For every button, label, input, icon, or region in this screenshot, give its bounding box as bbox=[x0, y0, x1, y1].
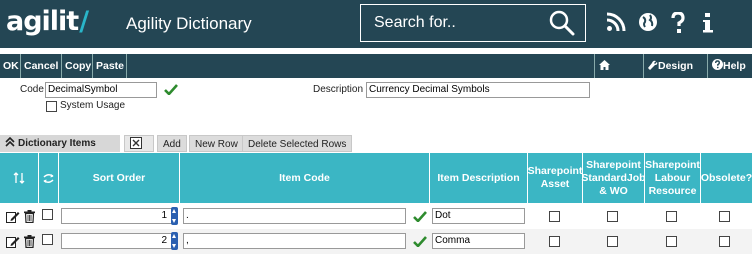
system-usage-checkbox[interactable] bbox=[46, 101, 57, 112]
sort-order-input[interactable]: 1 bbox=[61, 208, 173, 224]
help-circle-icon bbox=[712, 59, 723, 70]
header-obsolete[interactable]: Obsolete? bbox=[701, 153, 752, 203]
header-item-description[interactable]: Item Description bbox=[430, 153, 528, 203]
app-header: agilit/ Agility Dictionary Search for.. bbox=[0, 0, 752, 48]
home-icon bbox=[599, 60, 610, 70]
code-input[interactable]: DecimalSymbol bbox=[45, 82, 157, 98]
wrench-icon bbox=[648, 60, 658, 70]
sharepoint-asset-checkbox[interactable] bbox=[549, 211, 560, 222]
help-button[interactable]: Help bbox=[707, 54, 752, 78]
header-sort-order[interactable]: Sort Order bbox=[59, 153, 180, 203]
header-sharepoint-standardjob[interactable]: Sharepoint StandardJob & WO bbox=[581, 153, 646, 203]
delete-selected-rows-button[interactable]: Delete Selected Rows bbox=[242, 135, 353, 152]
home-button[interactable]: Home bbox=[594, 54, 643, 96]
item-code-input[interactable]: , bbox=[183, 233, 406, 249]
sharepoint-standardjob-checkbox[interactable] bbox=[607, 211, 618, 222]
export-excel-button[interactable] bbox=[124, 135, 154, 164]
description-label: Description bbox=[313, 84, 364, 95]
cancel-button[interactable]: Cancel bbox=[21, 54, 62, 78]
question-icon[interactable] bbox=[670, 12, 686, 34]
row-select-checkbox[interactable] bbox=[42, 234, 53, 245]
refresh-icon bbox=[43, 173, 54, 183]
sharepoint-asset-checkbox[interactable] bbox=[549, 236, 560, 247]
design-button[interactable]: Design bbox=[643, 54, 707, 93]
header-sharepoint-asset[interactable]: Sharepoint Asset bbox=[528, 153, 583, 203]
design-toggle-box[interactable] bbox=[649, 84, 658, 93]
trash-icon[interactable] bbox=[24, 235, 35, 248]
search-input[interactable]: Search for.. bbox=[360, 4, 586, 42]
ok-button[interactable]: OK bbox=[0, 54, 21, 78]
trash-icon[interactable] bbox=[24, 210, 35, 223]
sort-order-spinner[interactable] bbox=[171, 207, 178, 225]
obsolete-checkbox[interactable] bbox=[719, 236, 730, 247]
obsolete-checkbox[interactable] bbox=[719, 211, 730, 222]
header-refresh-col[interactable] bbox=[39, 153, 59, 203]
agility-logo[interactable]: agilit/ bbox=[6, 6, 89, 37]
item-code-input[interactable]: . bbox=[183, 208, 406, 224]
sharepoint-standardjob-checkbox[interactable] bbox=[607, 236, 618, 247]
info-icon[interactable] bbox=[702, 12, 714, 34]
app-title: Agility Dictionary bbox=[126, 14, 252, 33]
item-code-valid-check-icon bbox=[413, 236, 427, 247]
system-usage-label: System Usage bbox=[60, 100, 126, 111]
action-toolbar: OK Cancel Copy Paste Home Design Help bbox=[0, 54, 752, 96]
copy-button[interactable]: Copy bbox=[62, 54, 93, 78]
search-placeholder: Search for.. bbox=[374, 14, 456, 31]
search-icon[interactable] bbox=[549, 10, 575, 36]
sort-arrows-icon bbox=[13, 172, 25, 184]
header-drag-col[interactable] bbox=[0, 153, 39, 203]
paste-button[interactable]: Paste bbox=[93, 54, 127, 78]
header-item-code[interactable]: Item Code bbox=[180, 153, 430, 203]
description-input[interactable]: Currency Decimal Symbols bbox=[366, 82, 590, 98]
rss-icon[interactable] bbox=[606, 12, 626, 32]
sort-order-input[interactable]: 2 bbox=[61, 233, 173, 249]
item-description-input[interactable]: Comma bbox=[432, 233, 525, 249]
header-sharepoint-labour[interactable]: Sharepoint Labour Resource bbox=[645, 153, 701, 203]
item-description-input[interactable]: Dot bbox=[432, 208, 525, 224]
table-row[interactable]: 1 . Dot bbox=[0, 204, 752, 229]
item-code-valid-check-icon bbox=[413, 211, 427, 222]
edit-icon[interactable] bbox=[6, 210, 20, 223]
globe-icon[interactable] bbox=[638, 12, 658, 32]
code-label: Code bbox=[20, 84, 44, 95]
sort-order-spinner[interactable] bbox=[171, 232, 178, 250]
new-row-button[interactable]: New Row bbox=[189, 135, 244, 152]
table-row[interactable]: 2 , Comma bbox=[0, 229, 752, 254]
add-button[interactable]: Add bbox=[157, 135, 187, 152]
code-valid-check-icon bbox=[164, 84, 178, 95]
row-select-checkbox[interactable] bbox=[42, 209, 53, 220]
dictionary-items-tab[interactable]: Dictionary Items bbox=[0, 135, 120, 152]
grid-toolbar: Dictionary Items Add New Row Delete Sele… bbox=[0, 135, 752, 164]
sharepoint-labour-checkbox[interactable] bbox=[666, 236, 677, 247]
collapse-chevron-icon bbox=[5, 136, 15, 147]
edit-icon[interactable] bbox=[6, 235, 20, 248]
sharepoint-labour-checkbox[interactable] bbox=[666, 211, 677, 222]
excel-icon bbox=[130, 137, 142, 149]
